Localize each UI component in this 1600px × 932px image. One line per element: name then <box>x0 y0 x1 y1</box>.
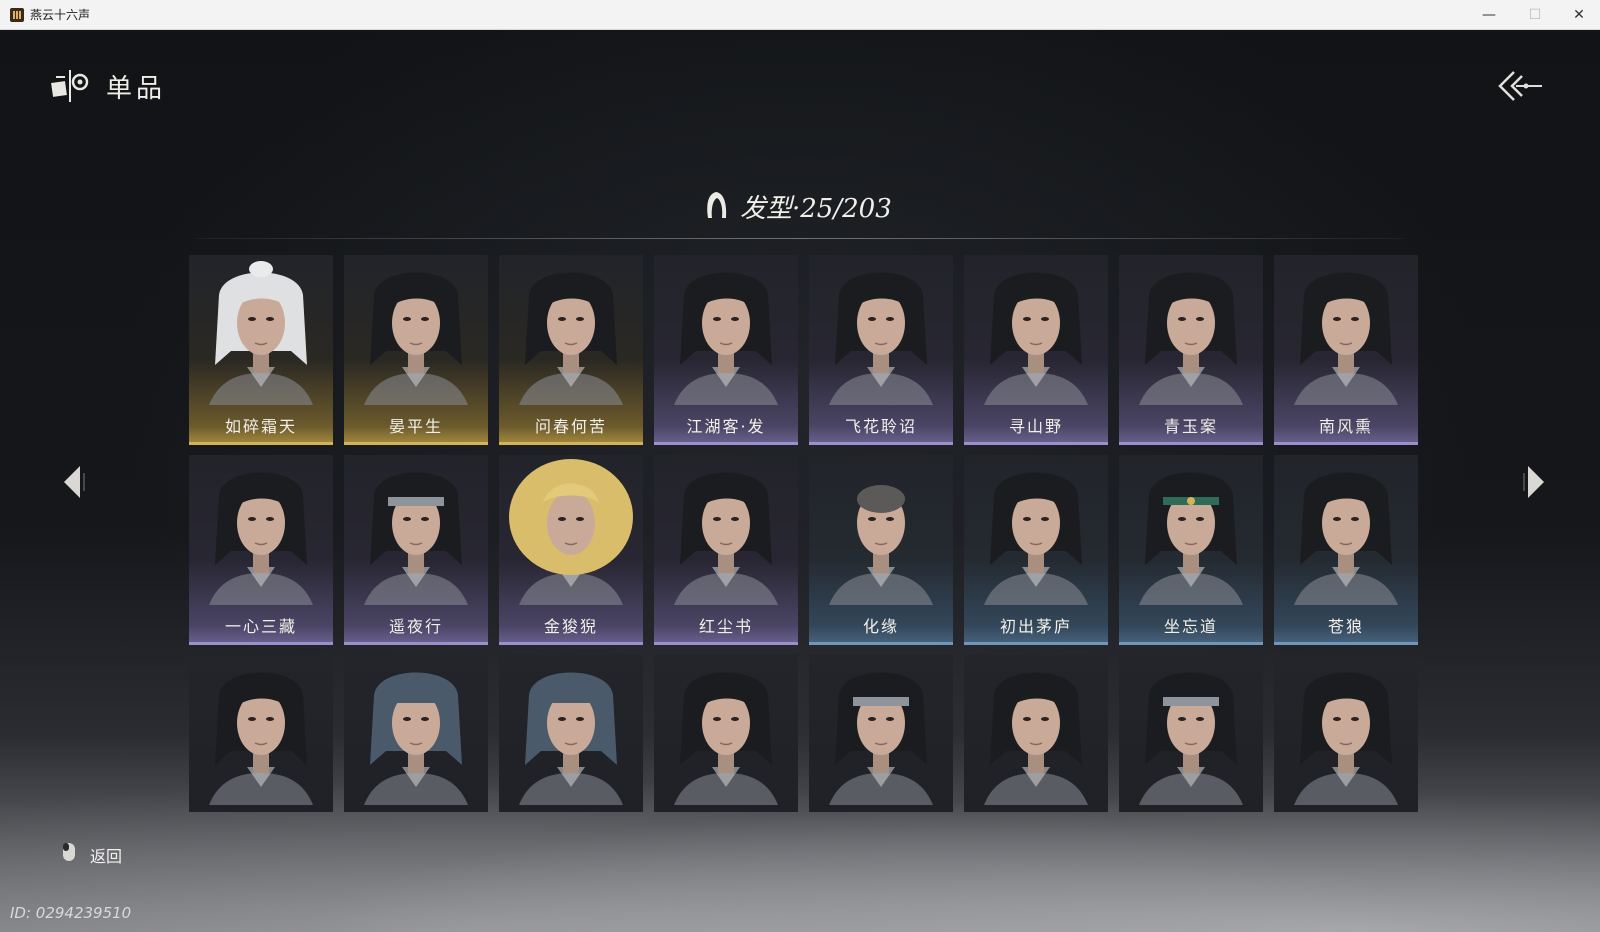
hairstyle-card[interactable]: 如碎霜天 <box>189 255 333 445</box>
character-portrait <box>519 272 623 405</box>
app-logo-icon <box>10 8 24 22</box>
hairstyle-card[interactable] <box>344 655 488 812</box>
character-portrait <box>209 261 313 405</box>
hairstyle-name: 如碎霜天 <box>224 417 297 436</box>
hairstyle-card[interactable]: 一心三藏 <box>189 455 333 645</box>
hairstyle-card[interactable]: 青玉案 <box>1119 255 1263 445</box>
hairstyle-name: 江湖客·发 <box>686 417 766 436</box>
character-portrait <box>509 459 633 605</box>
next-page-arrow-icon[interactable] <box>1520 463 1550 501</box>
hairstyle-card[interactable]: 苍狼 <box>1274 455 1418 645</box>
hairstyle-card[interactable] <box>1274 655 1418 812</box>
character-portrait <box>674 672 778 805</box>
hairstyle-name: 飞花聆诏 <box>844 417 917 436</box>
character-portrait <box>984 472 1088 605</box>
back-arrow-icon[interactable] <box>1496 68 1544 104</box>
window-titlebar: 燕云十六声 — ☐ ✕ <box>0 0 1600 30</box>
character-portrait <box>1139 472 1243 605</box>
character-portrait <box>1294 672 1398 805</box>
character-portrait <box>209 672 313 805</box>
game-viewport: 单品 发型·25/203 如碎霜天 晏平生 问春何苦 江湖客·发 飞花聆诏 寻山野 青玉案 南… <box>0 30 1600 932</box>
close-button[interactable]: ✕ <box>1556 0 1600 30</box>
hairstyle-card[interactable] <box>499 655 643 812</box>
character-portrait <box>1139 672 1243 805</box>
hairstyle-card[interactable]: 飞花聆诏 <box>809 255 953 445</box>
hairstyle-icon <box>707 192 727 218</box>
window-title: 燕云十六声 <box>30 8 91 22</box>
hairstyle-name: 青玉案 <box>1163 417 1218 436</box>
hairstyle-card[interactable]: 南风熏 <box>1274 255 1418 445</box>
hairstyle-card[interactable]: 寻山野 <box>964 255 1108 445</box>
character-portrait <box>1139 272 1243 405</box>
back-hint[interactable]: 返回 <box>62 842 142 866</box>
hairstyle-card[interactable]: 遥夜行 <box>344 455 488 645</box>
hairstyle-name: 寻山野 <box>1008 417 1063 436</box>
hairstyle-card[interactable] <box>654 655 798 812</box>
hairstyle-name: 问春何苦 <box>534 417 607 436</box>
hairstyle-name: 遥夜行 <box>388 617 443 636</box>
hairstyle-card[interactable]: 红尘书 <box>654 455 798 645</box>
character-portrait <box>364 472 468 605</box>
character-portrait <box>674 472 778 605</box>
hairstyle-name: 晏平生 <box>388 417 443 436</box>
character-portrait <box>984 272 1088 405</box>
back-label: 返回 <box>90 847 123 866</box>
character-portrait <box>829 672 933 805</box>
hairstyle-card[interactable]: 坐忘道 <box>1119 455 1263 645</box>
hairstyle-name: 苍狼 <box>1327 617 1364 636</box>
hairstyle-name: 南风熏 <box>1318 417 1373 436</box>
character-portrait <box>984 672 1088 805</box>
maximize-button[interactable]: ☐ <box>1512 0 1558 30</box>
hairstyle-card[interactable]: 问春何苦 <box>499 255 643 445</box>
hairstyle-name: 初出茅庐 <box>999 617 1072 636</box>
character-portrait <box>209 472 313 605</box>
hairstyle-card[interactable]: 晏平生 <box>344 255 488 445</box>
character-portrait <box>829 485 933 605</box>
hairstyle-card[interactable] <box>964 655 1108 812</box>
mouse-icon <box>63 843 75 861</box>
hairstyle-name: 红尘书 <box>698 617 753 636</box>
character-portrait <box>1294 272 1398 405</box>
character-portrait <box>674 272 778 405</box>
previous-page-arrow-icon[interactable] <box>58 463 88 501</box>
hairstyle-card[interactable]: 金狻猊 <box>499 455 643 645</box>
hairstyle-name: 一心三藏 <box>224 617 297 636</box>
hairstyle-card[interactable]: 初出茅庐 <box>964 455 1108 645</box>
store-item-icon <box>51 70 89 102</box>
hairstyle-card[interactable] <box>1119 655 1263 812</box>
character-portrait <box>1294 472 1398 605</box>
player-id: ID: 0294239510 <box>10 904 132 922</box>
hairstyle-card[interactable] <box>189 655 333 812</box>
hairstyle-name: 坐忘道 <box>1163 617 1218 636</box>
character-portrait <box>364 272 468 405</box>
character-portrait <box>519 672 623 805</box>
hairstyle-card[interactable]: 江湖客·发 <box>654 255 798 445</box>
hairstyle-name: 金狻猊 <box>543 617 598 636</box>
minimize-button[interactable]: — <box>1466 0 1512 30</box>
section-title: 发型·25/203 <box>740 194 892 224</box>
section-divider <box>196 238 1404 239</box>
hairstyle-card[interactable] <box>809 655 953 812</box>
page-title: 单品 <box>106 74 167 104</box>
hairstyle-name: 化缘 <box>862 617 899 636</box>
character-portrait <box>364 672 468 805</box>
hairstyle-card[interactable]: 化缘 <box>809 455 953 645</box>
character-portrait <box>829 272 933 405</box>
